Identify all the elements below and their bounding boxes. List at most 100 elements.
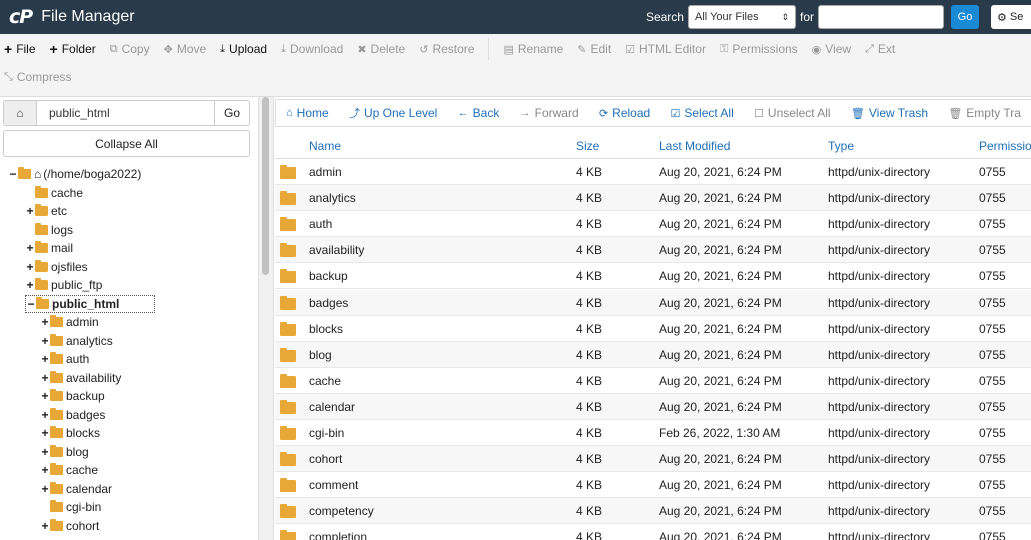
up-one-level-button[interactable]: ⤴ Up One Level [339, 105, 447, 121]
table-row[interactable]: cgi-bin 4 KB Feb 26, 2022, 1:30 AM httpd/un… [275, 420, 1031, 446]
column-header-name[interactable]: Name [309, 139, 341, 153]
path-go-button[interactable]: Go [215, 100, 250, 126]
tree-item[interactable]: cache [25, 184, 83, 203]
search-input[interactable] [818, 5, 944, 29]
tree-item[interactable]: − ⌂ (/home/boga2022) [8, 165, 141, 184]
expand-icon[interactable]: + [40, 445, 50, 459]
delete-button[interactable]: ✖ Delete [357, 42, 405, 56]
tree-item[interactable]: + blocks [40, 424, 100, 443]
cell-last-modified: Aug 20, 2021, 6:24 PM [659, 191, 782, 206]
collapse-icon[interactable]: − [8, 167, 18, 181]
reload-button[interactable]: ⟳ Reload [589, 106, 660, 120]
folder-icon [35, 222, 48, 235]
table-row[interactable]: comment 4 KB Aug 20, 2021, 6:24 PM httpd/un… [275, 472, 1031, 499]
expand-icon[interactable]: + [40, 334, 50, 348]
search-scope-select[interactable]: All Your Files ⇕ [687, 5, 796, 29]
tree-item[interactable]: + mail [25, 239, 73, 258]
tree-item[interactable]: + auth [40, 350, 89, 369]
home-directory-button[interactable]: ⌂ [3, 100, 37, 126]
table-row[interactable]: blocks 4 KB Aug 20, 2021, 6:24 PM httpd/uni… [275, 316, 1031, 342]
table-row[interactable]: blog 4 KB Aug 20, 2021, 6:24 PM httpd/unix-… [275, 341, 1031, 368]
cell-size: 4 KB [576, 165, 603, 179]
tree-scrollbar[interactable] [258, 97, 274, 540]
move-button[interactable]: ✥ Move [164, 42, 207, 56]
expand-icon[interactable]: + [40, 371, 50, 385]
settings-button[interactable]: ⚙ Se [991, 5, 1031, 29]
expand-icon[interactable]: + [25, 278, 35, 292]
expand-icon[interactable]: + [25, 204, 35, 218]
expand-icon[interactable]: + [25, 260, 35, 274]
tree-item[interactable]: + calendar [40, 480, 112, 499]
expand-icon[interactable]: + [40, 519, 50, 533]
tree-item[interactable]: + ojsfiles [25, 258, 88, 277]
tree-item[interactable]: + public_ftp [25, 276, 102, 295]
view-button[interactable]: ◉ View [812, 42, 851, 56]
tree-item[interactable]: + etc [25, 202, 67, 221]
download-button[interactable]: ⤓ Download [281, 42, 343, 56]
copy-button[interactable]: ⧉ Copy [110, 42, 150, 56]
tree-item[interactable]: + backup [40, 387, 105, 406]
expand-icon[interactable]: + [40, 482, 50, 496]
select-all-button[interactable]: ☑ Select All [661, 106, 744, 120]
column-header-last-modified[interactable]: Last Modified [659, 139, 730, 153]
column-header-permissions[interactable]: Permissio [979, 139, 1031, 153]
expand-icon[interactable]: + [40, 463, 50, 477]
tree-item[interactable]: + blog [40, 443, 89, 462]
table-row[interactable]: auth 4 KB Aug 20, 2021, 6:24 PM httpd/unix-… [275, 211, 1031, 238]
column-header-type[interactable]: Type [828, 139, 854, 153]
tree-item[interactable]: logs [25, 221, 73, 240]
home-button[interactable]: ⌂ Home [276, 106, 339, 120]
table-row[interactable]: admin 4 KB Aug 20, 2021, 6:24 PM httpd/unix… [275, 159, 1031, 185]
tree-item[interactable]: + analytics [40, 332, 113, 351]
tree-item[interactable]: − public_html [25, 294, 155, 313]
folder-icon [50, 333, 63, 346]
new-file-label: File [16, 42, 36, 56]
back-button[interactable]: ← Back [448, 106, 510, 120]
restore-button[interactable]: ↺ Restore [419, 42, 474, 56]
tree-item[interactable]: + admin [40, 313, 99, 332]
expand-icon[interactable]: + [40, 389, 50, 403]
table-row[interactable]: availability 4 KB Aug 20, 2021, 6:24 PM htt… [275, 237, 1031, 264]
column-header-size[interactable]: Size [576, 139, 599, 153]
logo[interactable]: cP File Manager [0, 6, 135, 28]
collapse-icon[interactable]: − [26, 297, 36, 311]
path-input[interactable]: public_html [37, 100, 215, 126]
tree-item[interactable]: + cache [40, 461, 98, 480]
collapse-all-button[interactable]: Collapse All [3, 130, 250, 157]
html-editor-button[interactable]: ☑ HTML Editor [625, 42, 706, 56]
table-row[interactable]: completion 4 KB Aug 20, 2021, 6:24 PM httpd… [275, 524, 1031, 540]
table-row[interactable]: badges 4 KB Aug 20, 2021, 6:24 PM httpd/uni… [275, 289, 1031, 316]
search-go-button[interactable]: Go [951, 5, 979, 29]
permissions-button[interactable]: ⚿ Permissions [720, 42, 798, 56]
expand-icon[interactable]: + [40, 408, 50, 422]
empty-trash-button[interactable]: 🗑 Empty Tra [938, 106, 1031, 120]
view-trash-button[interactable]: 🗑 View Trash [841, 106, 938, 120]
new-folder-button[interactable]: + Folder [50, 41, 96, 57]
unselect-all-button[interactable]: ☐ Unselect All [744, 106, 841, 120]
scrollbar-thumb[interactable] [262, 97, 269, 275]
expand-icon[interactable]: + [40, 352, 50, 366]
table-row[interactable]: cohort 4 KB Aug 20, 2021, 6:24 PM httpd/uni… [275, 446, 1031, 473]
tree-item[interactable]: + availability [40, 369, 121, 388]
compress-button[interactable]: ⤡ Compress [4, 70, 72, 84]
table-row[interactable]: calendar 4 KB Aug 20, 2021, 6:24 PM httpd/u… [275, 393, 1031, 420]
table-row[interactable]: cache 4 KB Aug 20, 2021, 6:24 PM httpd/unix… [275, 368, 1031, 394]
cell-type: httpd/unix-directory [828, 243, 931, 258]
tree-item-label: calendar [66, 481, 113, 496]
select-arrows-icon: ⇕ [781, 11, 789, 22]
table-row[interactable]: backup 4 KB Aug 20, 2021, 6:24 PM httpd/uni… [275, 263, 1031, 290]
upload-button[interactable]: ⤓ Upload [220, 42, 267, 56]
table-row[interactable]: competency 4 KB Aug 20, 2021, 6:24 PM httpd… [275, 498, 1031, 525]
table-row[interactable]: analytics 4 KB Aug 20, 2021, 6:24 PM httpd/… [275, 185, 1031, 212]
tree-item[interactable]: + cohort [40, 517, 99, 536]
expand-icon[interactable]: + [40, 315, 50, 329]
new-file-button[interactable]: + File [4, 41, 36, 57]
tree-item[interactable]: + badges [40, 406, 105, 425]
edit-button[interactable]: ✎ Edit [577, 42, 611, 56]
extract-button[interactable]: ⤢ Ext [865, 42, 895, 56]
expand-icon[interactable]: + [25, 241, 35, 255]
tree-item[interactable]: cgi-bin [40, 498, 101, 517]
rename-button[interactable]: ▤ Rename [503, 42, 563, 56]
forward-button[interactable]: → Forward [510, 106, 589, 120]
expand-icon[interactable]: + [40, 426, 50, 440]
